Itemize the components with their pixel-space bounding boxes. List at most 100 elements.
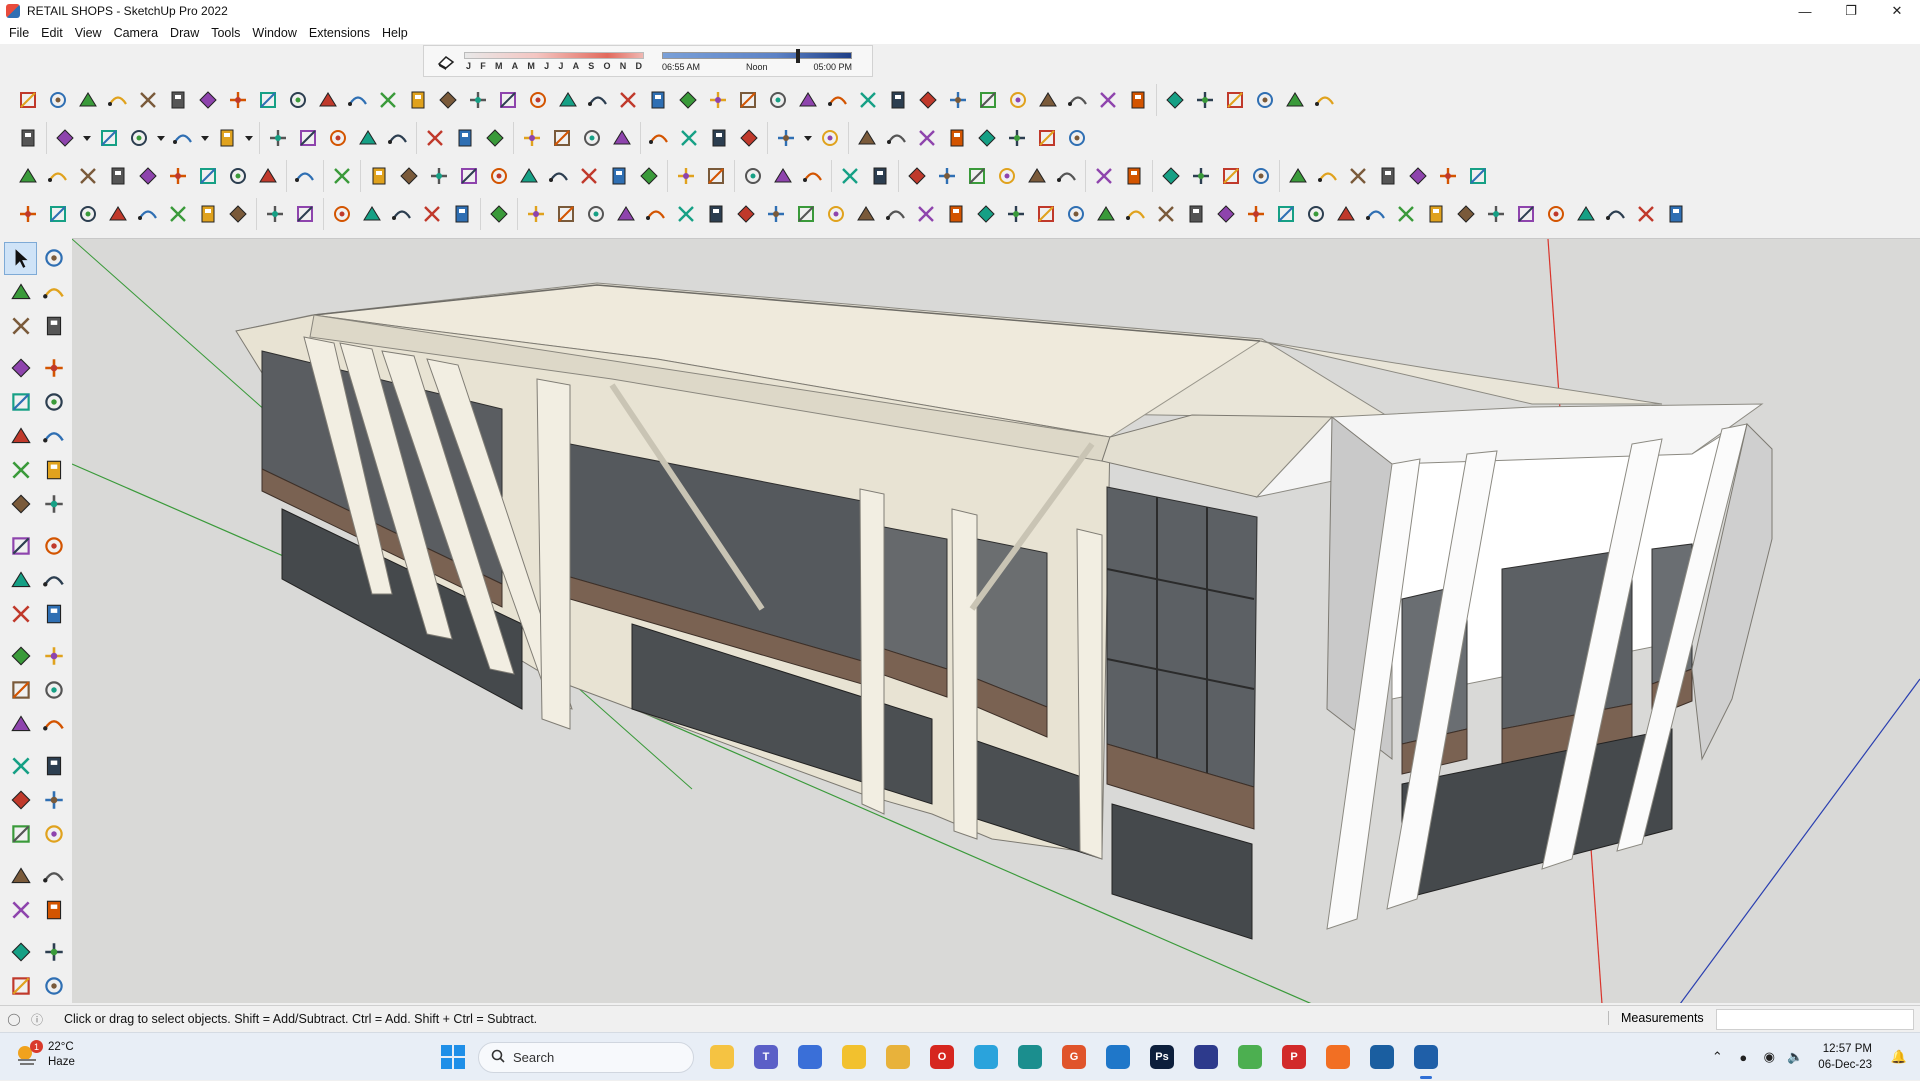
model-scene[interactable] <box>72 239 1920 1003</box>
zoom-icon[interactable] <box>4 784 37 817</box>
arc-icon[interactable] <box>4 454 37 487</box>
hook3-icon[interactable] <box>1151 199 1181 229</box>
g-app-icon[interactable]: G <box>1058 1041 1090 1073</box>
star-icon[interactable] <box>1093 85 1123 115</box>
zoom-extents-icon[interactable] <box>607 123 637 153</box>
wifi-icon[interactable]: ◉ <box>1758 1046 1780 1068</box>
puzzle-icon[interactable] <box>1331 199 1361 229</box>
layer-icon[interactable] <box>704 123 734 153</box>
pan-icon[interactable] <box>37 750 70 783</box>
protractor-icon[interactable] <box>4 674 37 707</box>
shape-outline-icon[interactable] <box>604 161 634 191</box>
hex-outline-icon[interactable] <box>424 161 454 191</box>
tri-icon[interactable] <box>583 85 613 115</box>
menu-edit[interactable]: Edit <box>35 26 69 40</box>
follow-icon[interactable] <box>73 85 103 115</box>
freehand-icon[interactable] <box>37 352 70 385</box>
sphere2-icon[interactable] <box>223 199 253 229</box>
network-app-icon[interactable]: ● <box>1732 1046 1754 1068</box>
wall-icon[interactable] <box>763 85 793 115</box>
section-plane-icon[interactable] <box>37 894 70 927</box>
zoom-icon[interactable] <box>577 123 607 153</box>
cabinet-icon[interactable] <box>1190 85 1220 115</box>
puzzle2-icon[interactable] <box>1361 199 1391 229</box>
chrome-icon[interactable] <box>1234 1041 1266 1073</box>
slab-icon[interactable] <box>1063 85 1093 115</box>
dome-icon[interactable] <box>193 199 223 229</box>
photoshop-icon[interactable]: Ps <box>1146 1041 1178 1073</box>
xray-icon[interactable] <box>103 161 133 191</box>
star-outline-icon[interactable] <box>574 161 604 191</box>
3d-text-icon[interactable] <box>37 708 70 741</box>
soundcloud-icon[interactable] <box>1322 1041 1354 1073</box>
blue-shape-icon[interactable] <box>521 199 551 229</box>
ruler-icon[interactable] <box>327 161 357 191</box>
paint-bucket-icon[interactable] <box>4 276 37 309</box>
view-right-icon[interactable] <box>417 199 447 229</box>
pie-icon[interactable] <box>37 488 70 521</box>
shadow-toggle-icon[interactable] <box>434 50 458 72</box>
style5-icon[interactable] <box>1022 161 1052 191</box>
grid2-icon[interactable] <box>1451 199 1481 229</box>
rail-icon[interactable] <box>703 85 733 115</box>
loft-icon[interactable] <box>193 85 223 115</box>
zoom-window-icon[interactable] <box>37 784 70 817</box>
axes-x-icon[interactable] <box>882 123 912 153</box>
axes-icon[interactable] <box>852 123 882 153</box>
lock-icon[interactable] <box>1246 161 1276 191</box>
weld-icon[interactable] <box>103 85 133 115</box>
hand-icon[interactable] <box>523 85 553 115</box>
grid-view-icon[interactable] <box>163 161 193 191</box>
view-top-icon[interactable] <box>357 199 387 229</box>
align-icon[interactable] <box>1089 161 1119 191</box>
close-button[interactable]: ✕ <box>1874 0 1920 22</box>
square-outline-icon[interactable] <box>364 161 394 191</box>
roof2-icon[interactable] <box>1313 161 1343 191</box>
view-iso-icon[interactable] <box>327 199 357 229</box>
sketchup-active-icon[interactable] <box>1410 1041 1442 1079</box>
magnet-icon[interactable] <box>1271 199 1301 229</box>
text-icon[interactable] <box>450 123 480 153</box>
arc-tool-icon[interactable] <box>168 123 198 153</box>
oval-outline-icon[interactable] <box>454 161 484 191</box>
push-pull-icon[interactable] <box>263 123 293 153</box>
follow-me-icon[interactable] <box>293 123 323 153</box>
texture-icon[interactable] <box>1062 123 1092 153</box>
line2-icon[interactable] <box>313 85 343 115</box>
hook-icon[interactable] <box>881 199 911 229</box>
grid6-icon[interactable] <box>1571 199 1601 229</box>
columns-icon[interactable] <box>943 85 973 115</box>
fence-icon[interactable] <box>463 85 493 115</box>
move-icon[interactable] <box>4 530 37 563</box>
orbit-icon[interactable] <box>4 750 37 783</box>
extensions-icon[interactable] <box>674 123 704 153</box>
dropdown-icon[interactable] <box>198 123 212 153</box>
vscode-icon[interactable] <box>1102 1041 1134 1073</box>
weather-widget[interactable]: 1 22°C Haze <box>14 1040 75 1070</box>
position-camera-icon[interactable] <box>4 860 37 893</box>
pinterest-icon[interactable]: P <box>1278 1041 1310 1073</box>
axes-y-icon[interactable] <box>912 123 942 153</box>
gear2-icon[interactable] <box>1033 85 1063 115</box>
rotate-icon[interactable] <box>353 123 383 153</box>
three-point-arc-icon[interactable] <box>4 488 37 521</box>
roof4-icon[interactable] <box>1373 161 1403 191</box>
tape-icon[interactable] <box>420 123 450 153</box>
time-slider-track[interactable] <box>662 52 852 59</box>
style4-icon[interactable] <box>992 161 1022 191</box>
box2-icon[interactable] <box>821 199 851 229</box>
pipe-icon[interactable] <box>733 85 763 115</box>
tape-measure-icon[interactable] <box>4 640 37 673</box>
geo-location-icon[interactable]: ◯ <box>5 1010 23 1028</box>
hook2-icon[interactable] <box>1121 199 1151 229</box>
pencil-icon[interactable] <box>124 123 154 153</box>
style2-icon[interactable] <box>932 161 962 191</box>
eraser-icon[interactable] <box>37 276 70 309</box>
cursor-select-icon[interactable] <box>484 199 514 229</box>
dropdown-icon[interactable] <box>801 123 815 153</box>
stripes-icon[interactable] <box>133 161 163 191</box>
yellow-shape-icon[interactable] <box>581 199 611 229</box>
circle-icon[interactable] <box>4 420 37 453</box>
volume-icon[interactable]: 🔈 <box>1784 1046 1806 1068</box>
dropdown-icon[interactable] <box>242 123 256 153</box>
